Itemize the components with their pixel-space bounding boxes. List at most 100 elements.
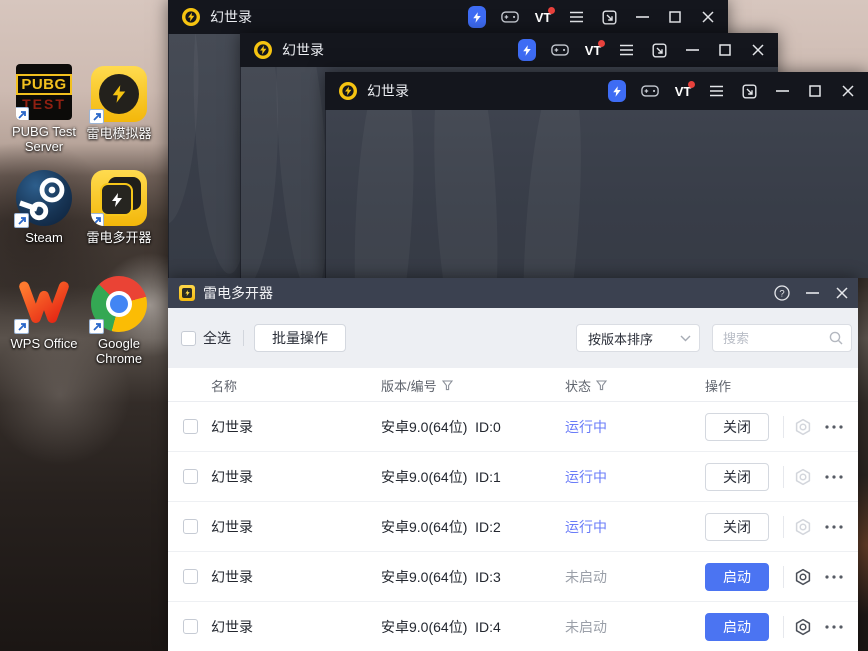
shrink-window-icon[interactable] [650, 39, 668, 61]
more-options-icon[interactable] [824, 618, 846, 636]
manager-toolbar: 全选 批量操作 按版本排序 [168, 308, 858, 368]
row-checkbox[interactable] [183, 569, 198, 584]
emulator-titlebar[interactable]: 幻世录 VT [240, 33, 778, 67]
vt-badge [688, 81, 695, 88]
instance-version: 安卓9.0(64位) ID:2 [381, 519, 501, 535]
settings-gear-icon[interactable] [794, 468, 812, 486]
more-options-icon[interactable] [824, 418, 846, 436]
instance-row: 幻世录 安卓9.0(64位) ID:1 运行中 关闭 [168, 452, 858, 502]
search-input[interactable] [723, 330, 829, 346]
filter-icon[interactable] [441, 379, 453, 391]
shortcut-arrow-icon [89, 319, 104, 334]
instance-row: 幻世录 安卓9.0(64位) ID:2 运行中 关闭 [168, 502, 858, 552]
shortcut-arrow-icon [14, 319, 29, 334]
table-header: 名称 版本/编号 状态 操作 [168, 368, 858, 402]
emulator-window-3: 幻世录 VT [325, 72, 868, 278]
lightning-icon [100, 183, 133, 216]
vt-indicator[interactable]: VT [584, 39, 605, 61]
desktop-icon-label: 雷电多开器 [86, 230, 152, 245]
minimize-icon[interactable] [773, 80, 791, 102]
manager-titlebar[interactable]: 雷电多开器 ? [168, 278, 858, 308]
instance-version: 安卓9.0(64位) ID:4 [381, 619, 501, 635]
maximize-icon[interactable] [716, 39, 734, 61]
instance-status: 运行中 [565, 469, 607, 485]
boost-icon[interactable] [518, 39, 536, 61]
boost-icon[interactable] [468, 6, 486, 28]
emulator-titlebar[interactable]: 幻世录 VT [168, 0, 728, 34]
instance-name: 幻世录 [211, 569, 253, 585]
menu-icon[interactable] [567, 6, 585, 28]
instance-status: 运行中 [565, 519, 607, 535]
window-title: 幻世录 [367, 83, 409, 99]
search-box[interactable] [712, 324, 852, 352]
manager-window-title: 雷电多开器 [203, 285, 273, 301]
row-checkbox[interactable] [183, 619, 198, 634]
start-stop-button[interactable]: 关闭 [705, 463, 769, 491]
minimize-icon[interactable] [633, 6, 651, 28]
sort-dropdown[interactable]: 按版本排序 [576, 324, 700, 352]
help-icon[interactable]: ? [774, 283, 790, 303]
more-options-icon[interactable] [824, 468, 846, 486]
desktop-icon-chrome[interactable]: Google Chrome [75, 276, 163, 367]
vt-indicator[interactable]: VT [534, 6, 555, 28]
close-icon[interactable] [699, 6, 717, 28]
instance-row: 幻世录 安卓9.0(64位) ID:3 未启动 启动 [168, 552, 858, 602]
settings-gear-icon[interactable] [794, 418, 812, 436]
start-stop-button[interactable]: 关闭 [705, 413, 769, 441]
row-checkbox[interactable] [183, 469, 198, 484]
minimize-icon[interactable] [804, 283, 820, 303]
start-stop-button[interactable]: 启动 [705, 563, 769, 591]
lightning-icon [99, 74, 139, 114]
boost-icon[interactable] [608, 80, 626, 102]
vt-badge [598, 40, 605, 47]
ldplayer-logo-icon [339, 82, 357, 100]
row-checkbox[interactable] [183, 419, 198, 434]
maximize-icon[interactable] [666, 6, 684, 28]
gamepad-icon[interactable] [501, 6, 519, 28]
row-checkbox[interactable] [183, 519, 198, 534]
desktop-icon-ld-multi[interactable]: 雷电多开器 [75, 170, 163, 245]
instance-version: 安卓9.0(64位) ID:3 [381, 569, 501, 585]
header-version: 版本/编号 [381, 368, 453, 402]
filter-icon[interactable] [596, 379, 608, 391]
shrink-window-icon[interactable] [600, 6, 618, 28]
close-icon[interactable] [834, 283, 850, 303]
shrink-window-icon[interactable] [740, 80, 758, 102]
menu-icon[interactable] [617, 39, 635, 61]
instance-name: 幻世录 [211, 619, 253, 635]
svg-text:?: ? [779, 288, 784, 299]
instance-name: 幻世录 [211, 469, 253, 485]
start-stop-button[interactable]: 启动 [705, 613, 769, 641]
minimize-icon[interactable] [683, 39, 701, 61]
vt-indicator[interactable]: VT [674, 80, 695, 102]
menu-icon[interactable] [707, 80, 725, 102]
settings-gear-icon[interactable] [794, 618, 812, 636]
steam-icon [14, 170, 72, 228]
instance-row: 幻世录 安卓9.0(64位) ID:4 未启动 启动 [168, 602, 858, 651]
desktop-icon-label: Google Chrome [95, 336, 143, 367]
settings-gear-icon[interactable] [794, 518, 812, 536]
settings-gear-icon[interactable] [794, 568, 812, 586]
select-all-checkbox[interactable] [181, 330, 196, 346]
desktop-icon-ldplayer[interactable]: 雷电模拟器 [75, 66, 163, 141]
emulator-content[interactable] [325, 110, 868, 278]
instance-version: 安卓9.0(64位) ID:0 [381, 419, 501, 435]
emulator-titlebar[interactable]: 幻世录 VT [325, 72, 868, 110]
row-divider [783, 616, 784, 638]
shortcut-arrow-icon [14, 213, 29, 228]
header-status: 状态 [565, 368, 608, 402]
gamepad-icon[interactable] [641, 80, 659, 102]
instance-name: 幻世录 [211, 519, 253, 535]
more-options-icon[interactable] [824, 568, 846, 586]
gamepad-icon[interactable] [551, 39, 569, 61]
row-divider [783, 416, 784, 438]
maximize-icon[interactable] [806, 80, 824, 102]
toolbar-divider [243, 330, 244, 346]
close-icon[interactable] [839, 80, 857, 102]
ldplayer-logo-icon [182, 8, 200, 26]
instance-status: 运行中 [565, 419, 607, 435]
batch-operations-button[interactable]: 批量操作 [254, 324, 346, 352]
start-stop-button[interactable]: 关闭 [705, 513, 769, 541]
close-icon[interactable] [749, 39, 767, 61]
more-options-icon[interactable] [824, 518, 846, 536]
